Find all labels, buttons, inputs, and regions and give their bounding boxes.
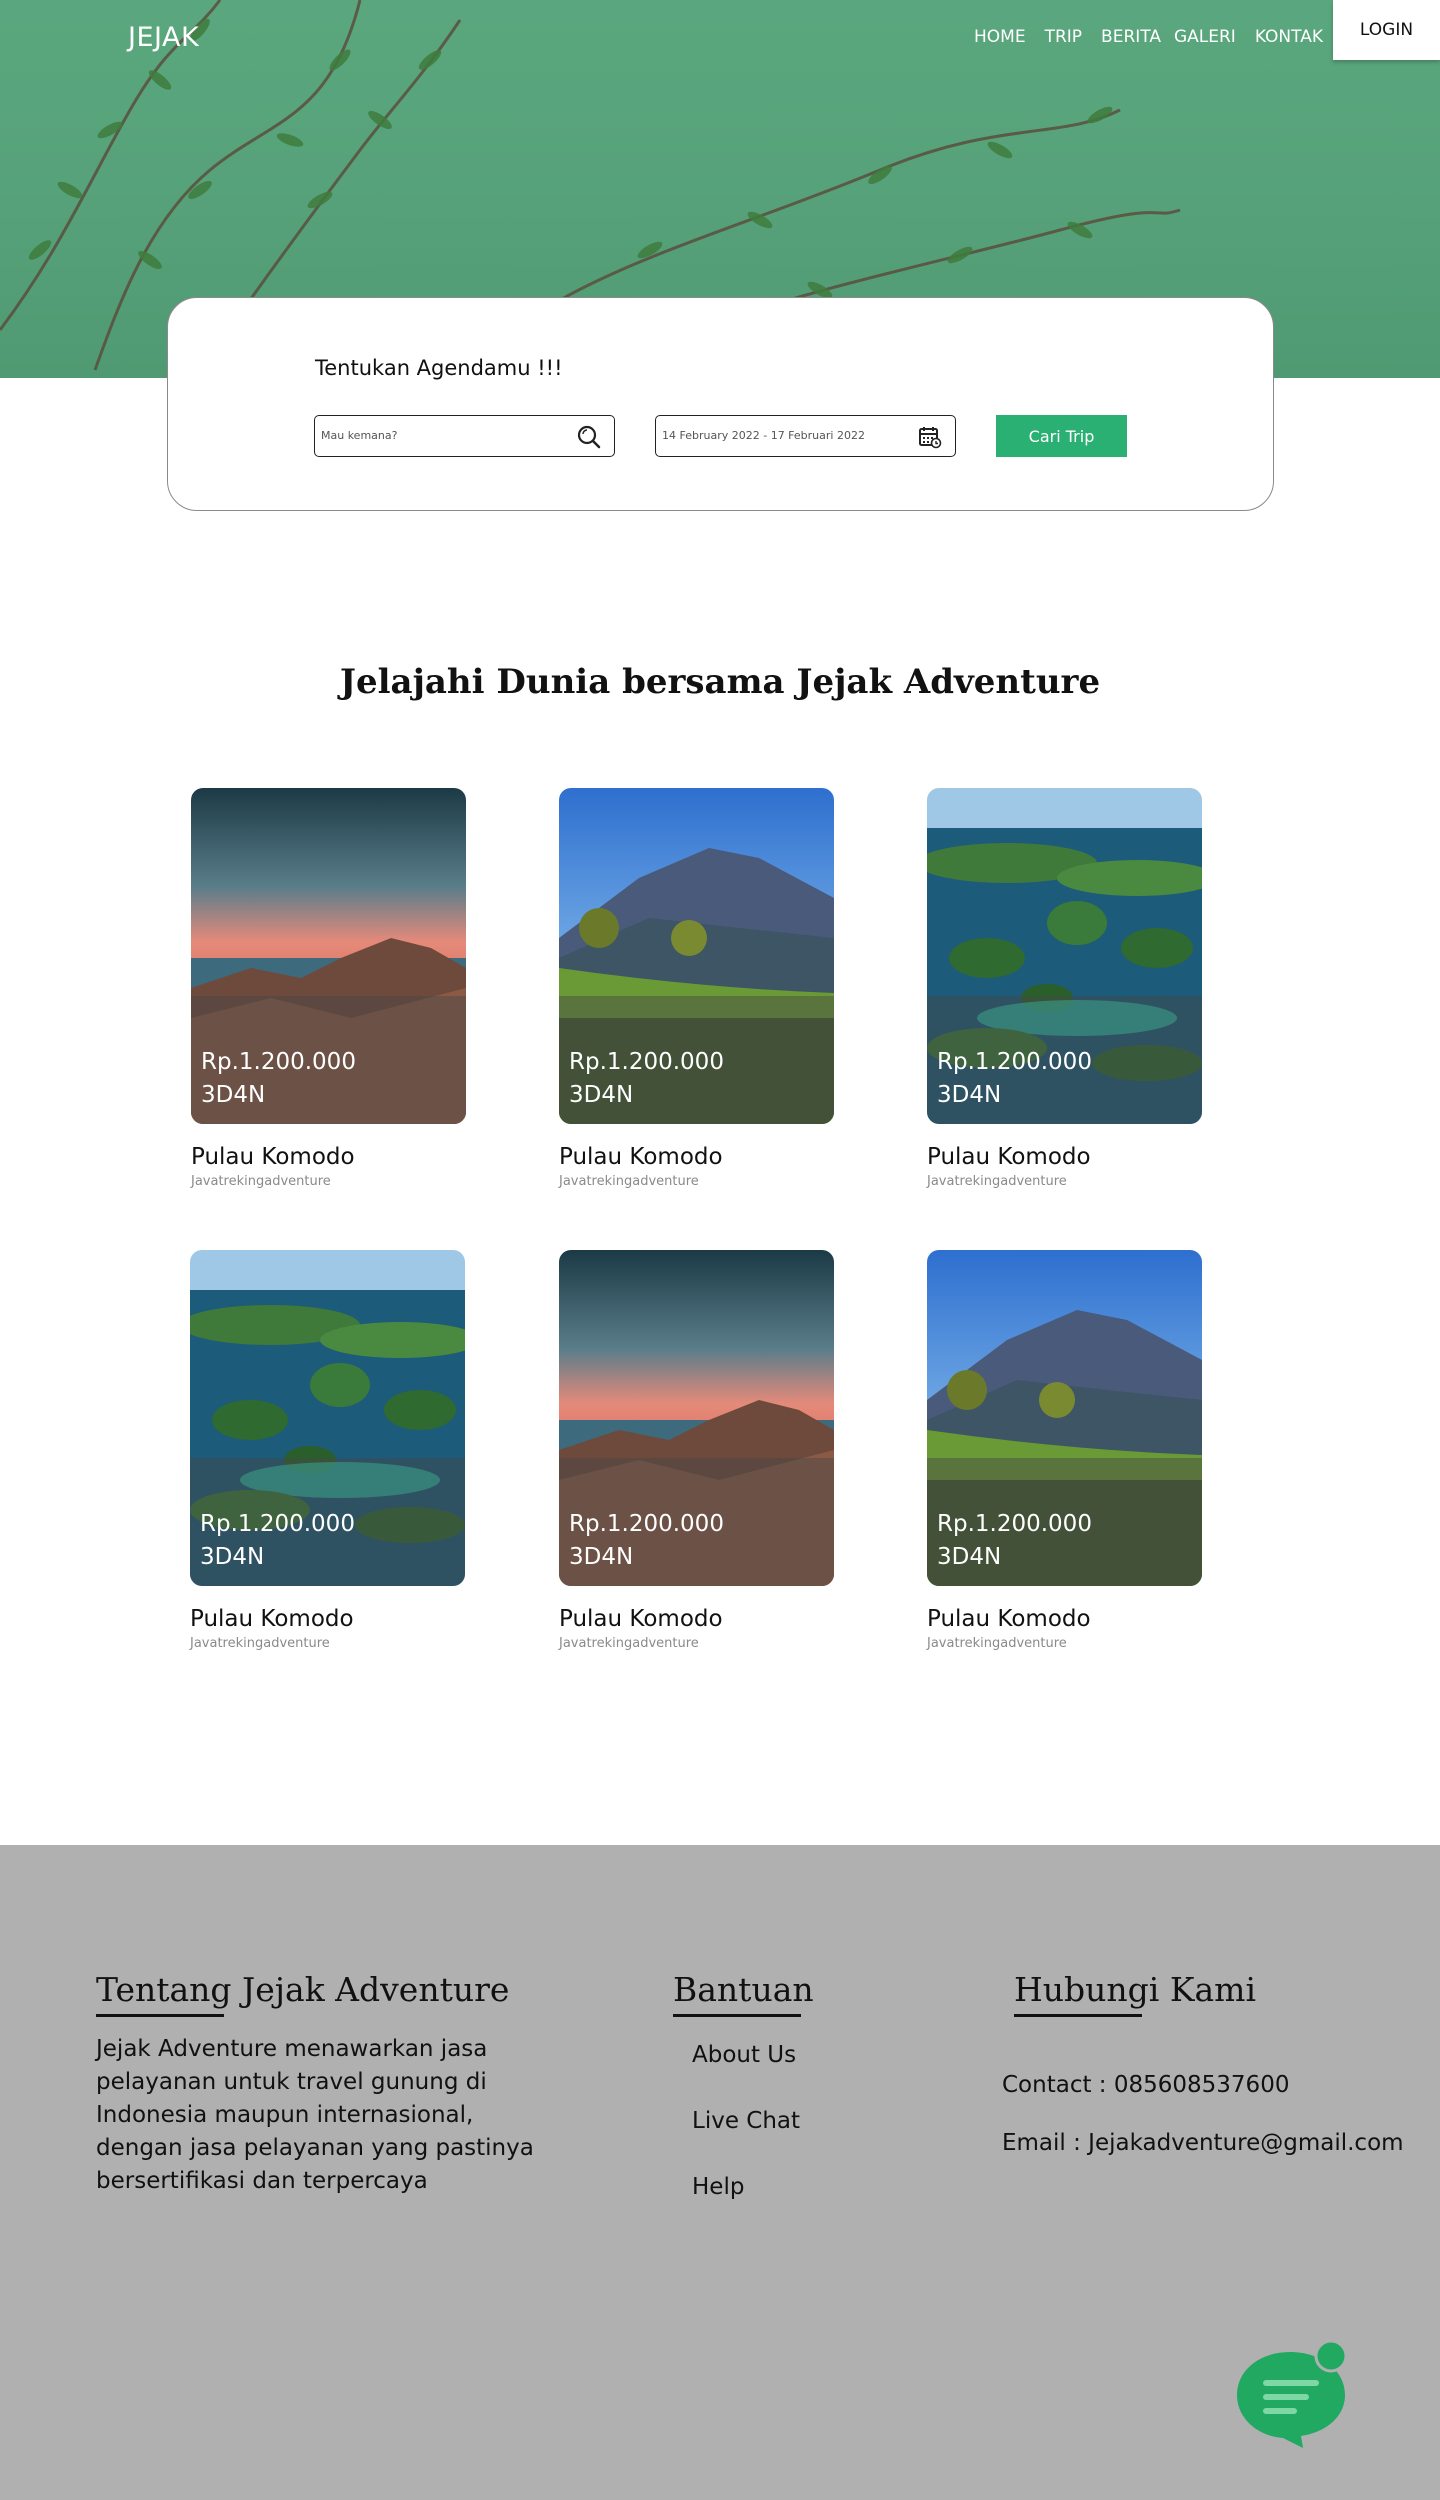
trip-price: Rp.1.200.000 [569,1511,724,1537]
trip-card[interactable]: Rp.1.200.000 3D4N Pulau Komodo Javatreki… [559,1250,834,1651]
about-line: dengan jasa pelayanan yang pastinya [96,2135,534,2161]
destination-input[interactable]: Mau kemana? [314,415,615,457]
trip-card[interactable]: Rp.1.200.000 3D4N Pulau Komodo Javatreki… [190,1250,465,1651]
footer: Tentang Jejak Adventure Jejak Adventure … [0,1845,1440,2500]
trip-operator: Javatrekingadventure [559,1174,699,1189]
about-line: Indonesia maupun internasional, [96,2102,474,2128]
trip-price-block: Rp.1.200.000 3D4N [569,1046,724,1112]
trip-price-block: Rp.1.200.000 3D4N [201,1046,356,1112]
trip-operator: Javatrekingadventure [191,1174,331,1189]
trip-image[interactable]: Rp.1.200.000 3D4N [559,788,834,1124]
trip-name[interactable]: Pulau Komodo [190,1606,465,1632]
trip-card[interactable]: Rp.1.200.000 3D4N Pulau Komodo Javatreki… [927,1250,1202,1651]
search-title: Tentukan Agendamu !!! [315,356,563,380]
trip-duration: 3D4N [569,1544,634,1570]
trip-price: Rp.1.200.000 [937,1049,1092,1075]
contact-email[interactable]: Email : Jejakadventure@gmail.com [1002,2127,1404,2160]
trip-card[interactable]: Rp.1.200.000 3D4N Pulau Komodo Javatreki… [927,788,1202,1189]
about-heading: Tentang Jejak Adventure [96,1970,510,2017]
trip-price: Rp.1.200.000 [201,1049,356,1075]
trip-name[interactable]: Pulau Komodo [927,1606,1202,1632]
section-title: Jelajahi Dunia bersama Jejak Adventure [339,662,1101,702]
date-range-value: 14 February 2022 - 17 Februari 2022 [662,429,865,442]
help-heading: Bantuan [673,1970,814,2017]
trip-card[interactable]: Rp.1.200.000 3D4N Pulau Komodo Javatreki… [559,788,834,1189]
login-button[interactable]: LOGIN [1333,0,1440,60]
trip-operator: Javatrekingadventure [190,1636,330,1651]
contact-phone: Contact : 085608537600 [1002,2072,1290,2098]
search-icon[interactable] [576,424,602,450]
trip-operator: Javatrekingadventure [927,1636,1067,1651]
link-help[interactable]: Help [692,2174,744,2200]
about-line: Jejak Adventure menawarkan jasa [96,2036,488,2062]
trip-card[interactable]: Rp.1.200.000 3D4N Pulau Komodo Javatreki… [191,788,466,1189]
date-range-input[interactable]: 14 February 2022 - 17 Februari 2022 [655,415,956,457]
heading-underline [673,2014,801,2017]
trip-duration: 3D4N [937,1544,1002,1570]
about-text: Jejak Adventure menawarkan jasa pelayana… [96,2033,534,2198]
nav-trip[interactable]: TRIP [1045,27,1082,47]
trip-price: Rp.1.200.000 [200,1511,355,1537]
trip-duration: 3D4N [201,1082,266,1108]
heading-underline [96,2014,224,2017]
about-line: pelayanan untuk travel gunung di [96,2069,487,2095]
destination-placeholder: Mau kemana? [321,429,398,442]
trip-price-block: Rp.1.200.000 3D4N [937,1046,1092,1112]
trip-image[interactable]: Rp.1.200.000 3D4N [191,788,466,1124]
help-heading-text: Bantuan [673,1970,814,2009]
search-card: Tentukan Agendamu !!! Mau kemana? 14 Feb… [167,297,1274,511]
nav-kontak[interactable]: KONTAK [1255,27,1323,47]
trip-price: Rp.1.200.000 [937,1511,1092,1537]
trip-price-block: Rp.1.200.000 3D4N [937,1508,1092,1574]
calendar-icon[interactable] [917,424,943,450]
trip-name[interactable]: Pulau Komodo [927,1144,1202,1170]
nav-galeri[interactable]: GALERI [1174,27,1236,47]
site-logo[interactable]: JEJAK [128,22,199,53]
contact-heading: Hubungi Kami [1014,1970,1257,2017]
trip-name[interactable]: Pulau Komodo [191,1144,466,1170]
heading-underline [1014,2014,1142,2017]
contact-heading-text: Hubungi Kami [1014,1970,1257,2009]
trip-image[interactable]: Rp.1.200.000 3D4N [559,1250,834,1586]
trip-name[interactable]: Pulau Komodo [559,1144,834,1170]
trip-operator: Javatrekingadventure [559,1636,699,1651]
trip-image[interactable]: Rp.1.200.000 3D4N [190,1250,465,1586]
main-nav: HOME TRIP BERITA GALERI KONTAK [974,27,1323,47]
trip-name[interactable]: Pulau Komodo [559,1606,834,1632]
link-about-us[interactable]: About Us [692,2042,796,2068]
trip-image[interactable]: Rp.1.200.000 3D4N [927,788,1202,1124]
nav-home[interactable]: HOME [974,27,1026,47]
about-heading-text: Tentang Jejak Adventure [96,1970,510,2009]
trip-duration: 3D4N [200,1544,265,1570]
trip-operator: Javatrekingadventure [927,1174,1067,1189]
trip-price-block: Rp.1.200.000 3D4N [200,1508,355,1574]
trip-duration: 3D4N [937,1082,1002,1108]
trip-duration: 3D4N [569,1082,634,1108]
about-line: bersertifikasi dan terpercaya [96,2168,428,2194]
chat-bubble-icon[interactable] [1235,2340,1353,2452]
nav-berita[interactable]: BERITA [1101,27,1161,47]
cari-trip-button[interactable]: Cari Trip [996,415,1127,457]
trip-image[interactable]: Rp.1.200.000 3D4N [927,1250,1202,1586]
link-live-chat[interactable]: Live Chat [692,2108,800,2134]
trip-price-block: Rp.1.200.000 3D4N [569,1508,724,1574]
trip-price: Rp.1.200.000 [569,1049,724,1075]
